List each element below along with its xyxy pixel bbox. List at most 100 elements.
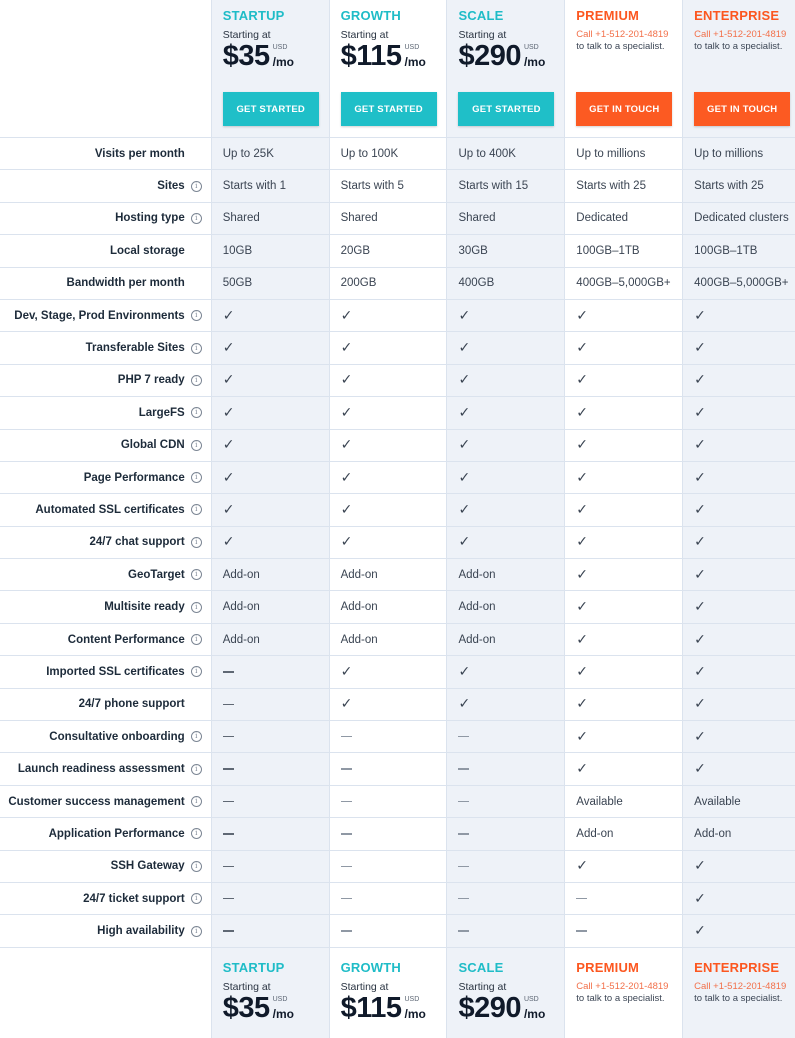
cell-startup: ✓ [211, 429, 330, 461]
phone-link[interactable]: Call +1-512-201-4819 [576, 981, 682, 993]
check-icon: ✓ [576, 469, 589, 486]
dash-icon [458, 735, 470, 738]
info-icon[interactable]: i [190, 731, 202, 743]
cell-enterprise: Available [683, 785, 795, 818]
cell-value: 100GB–1TB [576, 244, 640, 257]
get-in-touch-button-premium[interactable]: GET IN TOUCH [576, 92, 673, 126]
info-icon[interactable]: i [190, 666, 202, 678]
plan-name: SCALE [458, 8, 504, 23]
feature-name: Content Performance [67, 633, 185, 646]
plan-header: STARTUP Starting at $35 USD/mo GET STARTED GR… [0, 0, 795, 138]
info-icon[interactable]: i [190, 212, 202, 224]
check-icon: ✓ [340, 340, 353, 357]
cell-scale: ✓ [447, 494, 566, 526]
feature-label: PHP 7 ready i [0, 364, 212, 397]
check-icon: ✓ [694, 696, 706, 713]
info-icon[interactable]: i [190, 634, 202, 646]
footer-spacer [0, 947, 212, 1038]
table-row: GeoTarget i Add-on Add-on Add-on ✓ ✓ [0, 559, 795, 592]
feature-name: LargeFS [138, 406, 185, 419]
cell-premium [565, 915, 684, 947]
plan-name: GROWTH [340, 8, 401, 23]
cell-startup: ✓ [211, 299, 330, 332]
cell-enterprise: ✓ [683, 656, 795, 688]
cell-growth: ✓ [329, 332, 448, 364]
info-icon[interactable]: i [190, 180, 202, 192]
table-row: Automated SSL certificates i ✓ ✓ ✓ ✓ ✓ [0, 494, 795, 527]
feature-label: 24/7 ticket support i [0, 882, 212, 915]
check-icon: ✓ [694, 307, 706, 324]
info-icon[interactable]: i [190, 439, 202, 451]
get-started-button-startup[interactable]: GET STARTED [222, 92, 319, 126]
cell-growth: Up to 100K [329, 138, 448, 170]
info-icon[interactable]: i [190, 860, 202, 872]
cell-enterprise: ✓ [683, 526, 795, 559]
cell-value: Up to millions [576, 147, 646, 160]
plan-header-startup: STARTUP Starting at $35 USD/mo GET STARTED [211, 0, 330, 137]
cell-scale [447, 753, 566, 785]
info-icon[interactable]: i [190, 374, 202, 386]
cell-scale: Up to 400K [447, 138, 566, 170]
table-row: PHP 7 ready i ✓ ✓ ✓ ✓ ✓ [0, 364, 795, 398]
table-row: Local storagei 10GB 20GB 30GB 100GB–1TB 100GB… [0, 235, 795, 268]
cell-premium: ✓ [565, 429, 684, 461]
info-icon[interactable]: i [190, 310, 202, 322]
cell-enterprise: ✓ [683, 494, 795, 526]
phone-link[interactable]: Call +1-512-201-4819 [576, 29, 682, 41]
price-suffix: USD/mo [405, 41, 426, 70]
cell-scale: ✓ [447, 656, 566, 688]
dash-icon [458, 865, 470, 868]
phone-link[interactable]: Call +1-512-201-4819 [694, 981, 795, 993]
get-started-button-scale[interactable]: GET STARTED [458, 92, 555, 126]
check-icon: ✓ [458, 437, 471, 454]
info-icon[interactable]: i [190, 342, 202, 354]
dash-icon [222, 703, 234, 706]
cell-enterprise: Starts with 25 [683, 170, 795, 202]
cell-value: Up to millions [694, 147, 764, 160]
info-icon[interactable]: i [190, 536, 202, 548]
period-label: /mo [272, 55, 294, 69]
cell-startup: ✓ [211, 397, 330, 429]
cell-growth: 20GB [329, 235, 448, 267]
info-icon[interactable]: i [190, 601, 202, 613]
phone-link[interactable]: Call +1-512-201-4819 [694, 29, 795, 41]
info-icon[interactable]: i [190, 504, 202, 516]
cell-startup: ✓ [211, 461, 330, 494]
period-label: /mo [523, 55, 546, 69]
dash-icon [340, 800, 352, 803]
dash-icon [340, 930, 352, 932]
cell-scale: ✓ [447, 429, 566, 461]
info-icon[interactable]: i [190, 472, 202, 484]
info-icon[interactable]: i [190, 763, 202, 775]
info-icon[interactable]: i [190, 407, 202, 419]
dash-icon [222, 768, 234, 770]
cell-enterprise: ✓ [683, 753, 795, 785]
cell-premium: ✓ [565, 721, 684, 753]
info-icon[interactable]: i [190, 925, 202, 937]
cell-premium: ✓ [565, 494, 684, 526]
check-icon: ✓ [576, 307, 589, 324]
info-icon[interactable]: i [190, 828, 202, 840]
feature-label: Visits per monthi [0, 138, 212, 170]
plan-header-growth: GROWTH Starting at $115 USD/mo [329, 947, 448, 1038]
info-icon[interactable]: i [190, 569, 202, 581]
check-icon: ✓ [222, 437, 235, 454]
cell-value: 100GB–1TB [694, 244, 758, 257]
period-label: /mo [272, 1006, 294, 1021]
cell-premium: Available [565, 785, 684, 818]
table-row: Hosting type i Shared Shared Shared Dedicated… [0, 202, 795, 236]
feature-label: Automated SSL certificates i [0, 494, 212, 526]
feature-label: High availability i [0, 915, 212, 947]
get-in-touch-button-enterprise[interactable]: GET IN TOUCH [694, 92, 791, 126]
table-row: Customer success management i Available Ava… [0, 785, 795, 819]
info-icon[interactable]: i [190, 893, 202, 905]
cell-scale [447, 785, 566, 818]
check-icon: ✓ [458, 404, 471, 421]
check-icon: ✓ [576, 696, 589, 713]
check-icon: ✓ [576, 761, 589, 778]
get-started-button-growth[interactable]: GET STARTED [340, 92, 437, 126]
cell-value: Add-on [222, 601, 260, 614]
info-icon[interactable]: i [190, 796, 202, 807]
feature-label: Global CDN i [0, 429, 212, 461]
check-icon: ✓ [340, 534, 353, 551]
